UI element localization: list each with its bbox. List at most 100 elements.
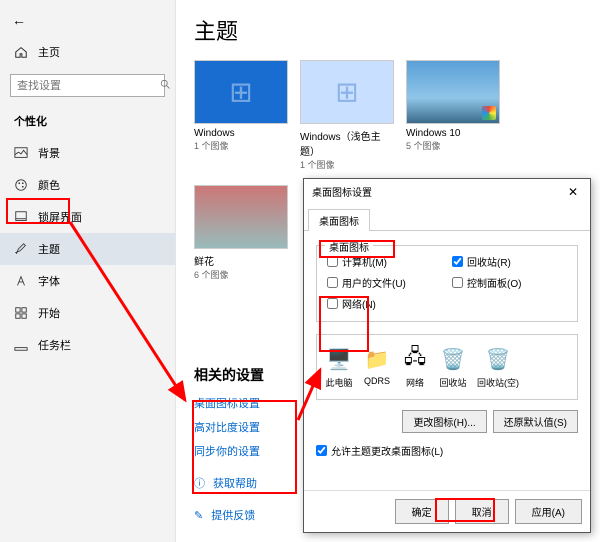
dialog-titlebar: 桌面图标设置 ✕	[304, 179, 590, 204]
cancel-button[interactable]: 取消	[455, 499, 509, 524]
ok-button[interactable]: 确定	[395, 499, 449, 524]
checkbox-recyclebin[interactable]: 回收站(R)	[452, 254, 567, 269]
change-icon-button[interactable]: 更改图标(H)...	[402, 410, 486, 433]
network-icon: 🖧	[401, 345, 429, 373]
icon-label: 回收站	[439, 376, 466, 389]
checkbox-input[interactable]	[327, 256, 338, 267]
sidebar-item-background[interactable]: 背景	[0, 137, 175, 169]
recycle-icon: 🗑️	[439, 345, 467, 373]
theme-card[interactable]: ⊞ Windows（浅色主题） 1 个图像	[300, 60, 394, 171]
dialog-title: 桌面图标设置	[312, 184, 372, 199]
icon-recycle-empty[interactable]: 🗑️ 回收站(空)	[477, 345, 519, 389]
theme-card[interactable]: Windows 10 5 个图像	[406, 60, 500, 171]
icon-label: 此电脑	[325, 376, 352, 389]
icon-network[interactable]: 🖧 网络	[401, 345, 429, 389]
checkbox-input[interactable]	[452, 256, 463, 267]
palette-icon	[14, 178, 28, 192]
sidebar: ← 主页 个性化 背景 颜色 锁屏界面 主题	[0, 0, 176, 542]
folder-icon: 📁	[363, 345, 391, 373]
recycle-empty-icon: 🗑️	[484, 345, 512, 373]
icon-this-pc[interactable]: 🖥️ 此电脑	[325, 345, 353, 389]
section-title: 个性化	[0, 109, 175, 137]
restore-default-button[interactable]: 还原默认值(S)	[493, 410, 578, 433]
tab-desktop-icons[interactable]: 桌面图标	[308, 209, 370, 231]
checkbox-input[interactable]	[327, 277, 338, 288]
theme-sub: 6 个图像	[194, 268, 288, 281]
sidebar-item-fonts[interactable]: 字体	[0, 265, 175, 297]
icon-user[interactable]: 📁 QDRS	[363, 345, 391, 389]
home-icon	[14, 45, 28, 59]
theme-sub: 1 个图像	[194, 139, 288, 152]
group-title: 桌面图标	[325, 239, 373, 254]
sidebar-item-home[interactable]: 主页	[0, 38, 175, 66]
theme-name: Windows 10	[406, 128, 500, 139]
checkbox-network[interactable]: 网络(N)	[327, 296, 442, 311]
theme-name: Windows	[194, 128, 288, 139]
icon-label: QDRS	[364, 376, 390, 386]
home-label: 主页	[38, 44, 60, 60]
theme-sub: 5 个图像	[406, 139, 500, 152]
icons-group: 桌面图标 计算机(M) 回收站(R) 用户的文件(U) 控制面板(O) 网络(N…	[316, 245, 578, 322]
checkbox-label: 用户的文件(U)	[342, 275, 406, 290]
theme-thumbnail: ⊞	[194, 60, 288, 124]
feedback-label: 提供反馈	[211, 507, 255, 523]
icon-recycle-full[interactable]: 🗑️ 回收站	[439, 345, 467, 389]
theme-name: Windows（浅色主题）	[300, 128, 394, 158]
dialog-tabs: 桌面图标	[304, 208, 590, 231]
themes-row: ⊞ Windows 1 个图像 ⊞ Windows（浅色主题） 1 个图像 Wi…	[194, 60, 582, 171]
brush-icon	[14, 242, 28, 256]
checkbox-userfiles[interactable]: 用户的文件(U)	[327, 275, 442, 290]
search-icon	[159, 78, 171, 93]
nav-label: 背景	[38, 145, 60, 161]
nav-label: 颜色	[38, 177, 60, 193]
theme-thumbnail	[406, 60, 500, 124]
search-field[interactable]	[17, 80, 159, 92]
back-button[interactable]: ←	[0, 8, 175, 32]
icon-label: 网络	[406, 376, 424, 389]
checkbox-input[interactable]	[327, 298, 338, 309]
taskbar-icon	[14, 338, 28, 352]
nav-label: 锁屏界面	[38, 209, 82, 225]
sidebar-item-colors[interactable]: 颜色	[0, 169, 175, 201]
apply-button[interactable]: 应用(A)	[515, 499, 582, 524]
checkbox-label: 允许主题更改桌面图标(L)	[331, 443, 443, 458]
picture-icon	[14, 146, 28, 160]
theme-sub: 1 个图像	[300, 158, 394, 171]
page-title: 主题	[194, 14, 582, 46]
icon-label: 回收站(空)	[477, 376, 519, 389]
theme-card[interactable]: ⊞ Windows 1 个图像	[194, 60, 288, 171]
nav-label: 字体	[38, 273, 60, 289]
theme-thumbnail	[194, 185, 288, 249]
lockscreen-icon	[14, 210, 28, 224]
theme-card[interactable]: 鲜花 6 个图像	[194, 185, 288, 281]
feedback-icon: ✎	[194, 509, 203, 522]
help-icon: ⓘ	[194, 475, 205, 491]
allow-theme-checkbox[interactable]: 允许主题更改桌面图标(L)	[316, 443, 578, 458]
dialog-body: 桌面图标 计算机(M) 回收站(R) 用户的文件(U) 控制面板(O) 网络(N…	[304, 231, 590, 490]
desktop-icon-settings-dialog: 桌面图标设置 ✕ 桌面图标 桌面图标 计算机(M) 回收站(R) 用户的文件(U…	[303, 178, 591, 533]
close-button[interactable]: ✕	[564, 185, 582, 199]
checkbox-label: 计算机(M)	[342, 254, 387, 269]
theme-name: 鲜花	[194, 253, 288, 268]
checkbox-label: 网络(N)	[342, 296, 376, 311]
checkbox-controlpanel[interactable]: 控制面板(O)	[452, 275, 567, 290]
checkbox-input[interactable]	[316, 445, 327, 456]
checkbox-input[interactable]	[452, 277, 463, 288]
nav-label: 开始	[38, 305, 60, 321]
nav-label: 主题	[38, 241, 60, 257]
checkbox-label: 回收站(R)	[467, 254, 511, 269]
checkbox-computer[interactable]: 计算机(M)	[327, 254, 442, 269]
dialog-footer: 确定 取消 应用(A)	[304, 490, 590, 532]
start-icon	[14, 306, 28, 320]
checkbox-label: 控制面板(O)	[467, 275, 521, 290]
sidebar-item-lockscreen[interactable]: 锁屏界面	[0, 201, 175, 233]
help-label: 获取帮助	[213, 475, 257, 491]
theme-thumbnail: ⊞	[300, 60, 394, 124]
font-icon	[14, 274, 28, 288]
computer-icon: 🖥️	[325, 345, 353, 373]
search-input[interactable]	[10, 74, 165, 97]
sidebar-item-taskbar[interactable]: 任务栏	[0, 329, 175, 361]
icon-preview-list: 🖥️ 此电脑 📁 QDRS 🖧 网络 🗑️ 回收站 🗑️ 回收站(空)	[316, 334, 578, 400]
sidebar-item-start[interactable]: 开始	[0, 297, 175, 329]
sidebar-item-themes[interactable]: 主题	[0, 233, 175, 265]
